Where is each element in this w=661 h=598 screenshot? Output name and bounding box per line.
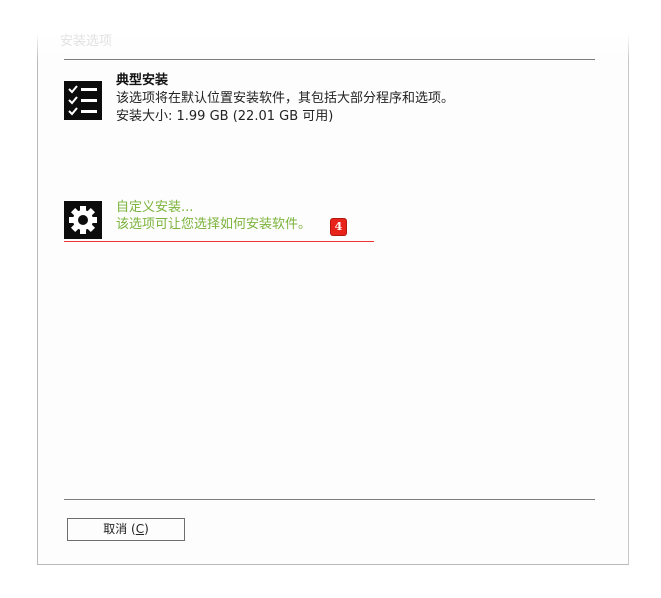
highlight-underline xyxy=(64,241,374,242)
cancel-button[interactable]: 取消 (C) xyxy=(67,518,185,541)
install-size-text: 安装大小: 1.99 GB (22.01 GB 可用) xyxy=(116,109,334,124)
bottom-divider xyxy=(64,499,595,500)
cancel-label-suffix: ) xyxy=(144,522,149,536)
typical-install-title[interactable]: 典型安装 xyxy=(116,73,168,89)
step-badge: 4 xyxy=(331,219,346,235)
custom-install-description[interactable]: 该选项可让您选择如何安装软件。 xyxy=(116,217,311,233)
header-caption: 安装选项 xyxy=(60,34,113,49)
gear-icon[interactable] xyxy=(64,201,102,239)
custom-install-title[interactable]: 自定义安装... xyxy=(116,200,193,216)
typical-install-description: 该选项将在默认位置安装软件，其包括大部分程序和选项。 xyxy=(116,91,455,106)
checklist-icon[interactable] xyxy=(64,81,102,120)
top-divider xyxy=(64,59,595,60)
cancel-label: 取消 ( xyxy=(103,522,136,536)
cancel-accelerator: C xyxy=(135,522,145,536)
